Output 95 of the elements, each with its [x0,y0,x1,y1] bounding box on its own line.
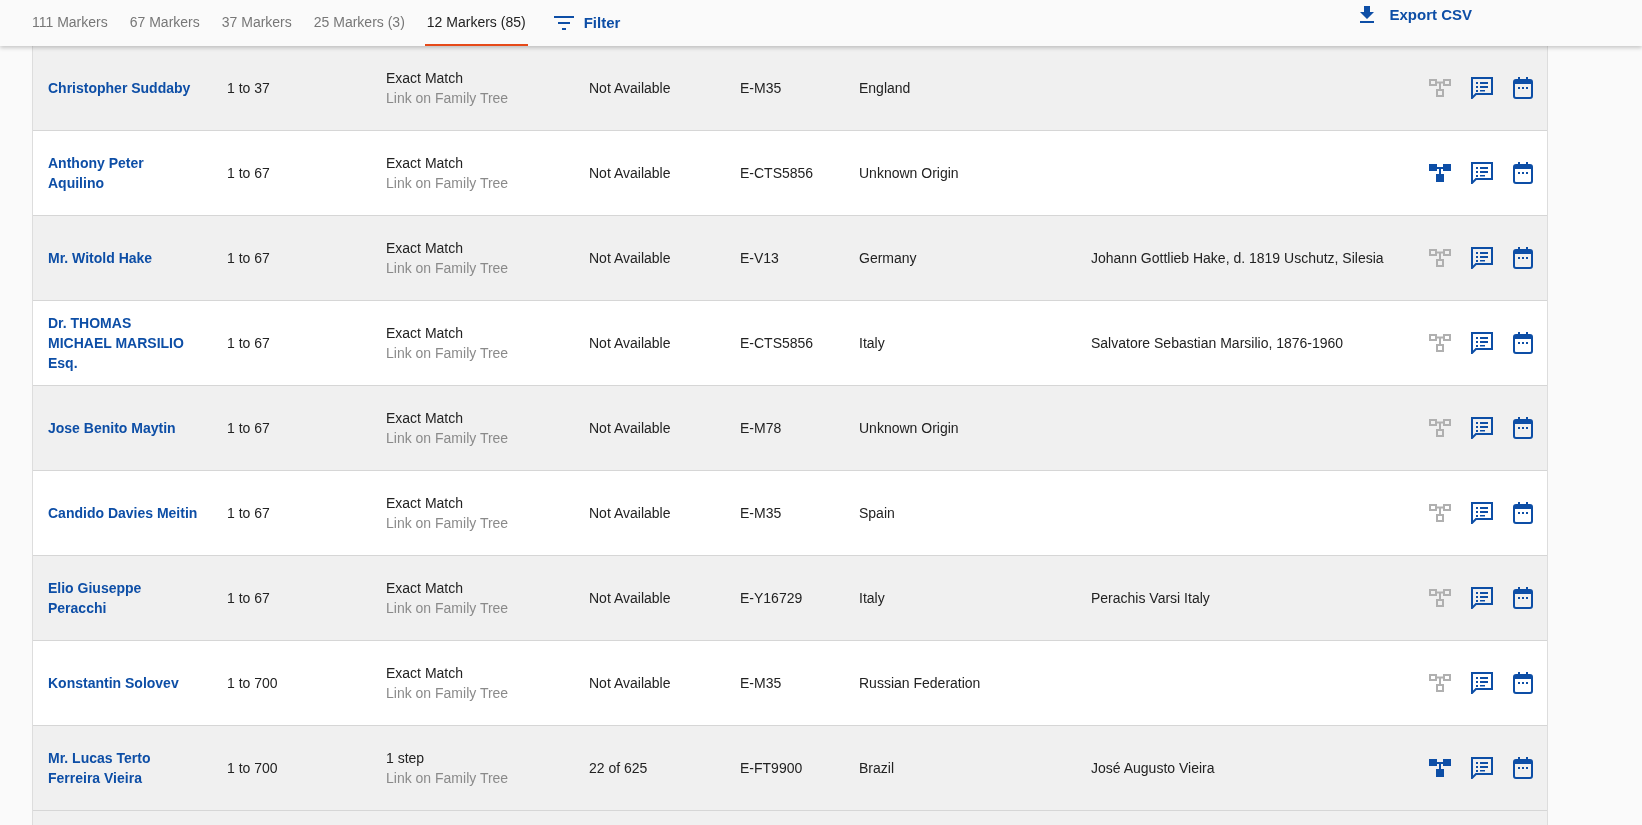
comment-icon[interactable] [1471,587,1493,609]
tab[interactable]: 67 Markers [127,0,202,46]
download-icon [1359,6,1376,24]
ancestor-cell: Perachis Varsi Italy [1091,590,1210,606]
origin-cell: England [859,79,911,96]
calendar-icon[interactable] [1513,587,1533,609]
family-tree-link[interactable]: Link on Family Tree [386,343,589,363]
family-tree-link[interactable]: Link on Family Tree [386,428,589,448]
haplogroup-cell: E-M78 [740,419,782,436]
comment-icon[interactable] [1471,672,1493,694]
match-type: Exact Match [386,154,465,173]
filter-button[interactable]: Filter [553,0,621,46]
member-name-link[interactable]: Christopher Suddaby [48,77,191,98]
origin-cell: Germany [859,249,917,266]
member-name-link[interactable]: Dr. THOMAS MICHAEL MARSILIO Esq. [48,312,198,373]
match-type: Exact Match [386,239,465,258]
origin-cell: Unknown Origin [859,419,959,436]
table-cell: Not Available [589,334,671,351]
tree-icon[interactable] [1429,163,1451,183]
match-type: Exact Match [386,579,465,598]
origin-cell: Russian Federation [859,674,981,691]
origin-cell: Italy [859,589,885,606]
table-cell: Not Available [589,589,671,606]
comment-icon[interactable] [1471,502,1493,524]
table-cell: 22 of 625 [589,759,648,776]
calendar-icon[interactable] [1513,77,1533,99]
calendar-icon[interactable] [1513,757,1533,779]
table-cell: Not Available [589,419,671,436]
family-tree-link[interactable]: Link on Family Tree [386,513,589,533]
table-cell: 1 to 67 [227,589,270,606]
member-name-link[interactable]: Mr. Witold Hake [48,247,153,268]
haplogroup-cell: E-CTS5856 [740,334,814,351]
member-name-link[interactable]: Candido Davies Meitin [48,502,198,523]
origin-cell: Unknown Origin [859,164,959,181]
ancestor-cell: Salvatore Sebastian Marsilio, 1876-1960 [1091,335,1344,351]
export-csv-button[interactable]: Export CSV [1359,0,1472,30]
match-type: Exact Match [386,409,465,428]
comment-icon[interactable] [1471,417,1493,439]
tab[interactable]: 25 Markers (3) [311,0,407,46]
table-cell: 1 to 37 [227,79,270,96]
match-type: 1 step [386,749,426,768]
tree-icon[interactable] [1429,758,1451,778]
comment-icon[interactable] [1471,757,1493,779]
family-tree-link[interactable]: Link on Family Tree [386,598,589,618]
table-cell: Not Available [589,504,671,521]
calendar-icon[interactable] [1513,247,1533,269]
haplogroup-cell: E-M35 [740,79,782,96]
table-cell: Not Available [589,674,671,691]
family-tree-link[interactable]: Link on Family Tree [386,683,589,703]
haplogroup-cell: E-CTS5856 [740,164,814,181]
member-name-link[interactable]: Anthony Peter Aquilino [48,152,198,193]
match-type: Exact Match [386,69,465,88]
family-tree-link[interactable]: Link on Family Tree [386,88,589,108]
member-name-link[interactable]: Konstantin Solovev [48,672,179,693]
origin-cell: Italy [859,334,885,351]
calendar-icon[interactable] [1513,332,1533,354]
table-cell: 1 to 67 [227,334,270,351]
table-cell: Not Available [589,164,671,181]
match-type: Exact Match [386,664,465,683]
table-cell: 1 to 700 [227,674,278,691]
table-cell: Not Available [589,79,671,96]
haplogroup-cell: E-M35 [740,674,782,691]
ancestor-cell: Johann Gottlieb Hake, d. 1819 Uschutz, Silesia [1091,250,1384,266]
match-type: Exact Match [386,494,465,513]
comment-icon[interactable] [1471,247,1493,269]
member-name-link[interactable]: Mr. Lucas Terto Ferreira Vieira [48,747,198,788]
haplogroup-cell: E-M35 [740,504,782,521]
member-name-link[interactable]: Jose Benito Maytin [48,417,176,438]
match-type: Exact Match [386,324,465,343]
calendar-icon[interactable] [1513,162,1533,184]
haplogroup-cell: E-FT9900 [740,759,803,776]
tab[interactable]: 111 Markers [30,0,110,46]
table-cell: Not Available [589,249,671,266]
calendar-icon[interactable] [1513,417,1533,439]
haplogroup-cell: E-V13 [740,249,779,266]
comment-icon[interactable] [1471,162,1493,184]
member-name-link[interactable]: Elio Giuseppe Peracchi [48,577,198,618]
haplogroup-cell: E-Y16729 [740,589,803,606]
tab[interactable]: 37 Markers [219,0,294,46]
table-cell: 1 to 67 [227,249,270,266]
comment-icon[interactable] [1471,77,1493,99]
family-tree-link[interactable]: Link on Family Tree [386,768,589,788]
table-cell: 1 to 67 [227,504,270,521]
calendar-icon[interactable] [1513,502,1533,524]
table-cell: 1 to 700 [227,759,278,776]
comment-icon[interactable] [1471,332,1493,354]
family-tree-link[interactable]: Link on Family Tree [386,173,589,193]
table-cell: 1 to 67 [227,164,270,181]
filter-icon [553,16,574,30]
origin-cell: Brazil [859,759,894,776]
family-tree-link[interactable]: Link on Family Tree [386,258,589,278]
calendar-icon[interactable] [1513,672,1533,694]
table-cell: 1 to 67 [227,419,270,436]
ancestor-cell: José Augusto Vieira [1091,760,1215,776]
origin-cell: Spain [859,504,895,521]
